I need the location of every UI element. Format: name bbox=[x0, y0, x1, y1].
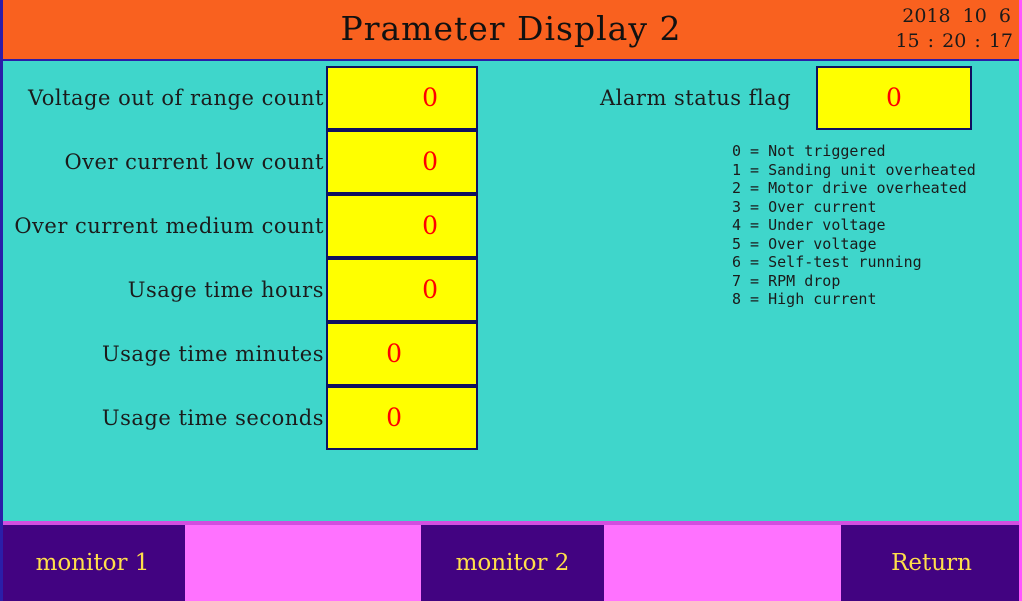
time-display: 15 : 20 : 17 bbox=[894, 29, 1014, 54]
date-month: 10 bbox=[962, 5, 987, 27]
nav-button-label: Return bbox=[891, 550, 972, 576]
date-year: 2018 bbox=[902, 5, 951, 27]
datetime-display: 2018 10 6 15 : 20 : 17 bbox=[894, 4, 1014, 54]
parameter-row: Voltage out of range count 0 bbox=[0, 66, 480, 130]
alarm-legend-row: 5 = Over voltage bbox=[732, 234, 877, 253]
parameter-value: 0 bbox=[386, 403, 402, 432]
time-second: 17 bbox=[988, 30, 1013, 52]
alarm-status-row: Alarm status flag 0 bbox=[600, 66, 1020, 130]
alarm-legend-row: 4 = Under voltage bbox=[732, 216, 886, 234]
alarm-legend-row: 7 = RPM drop bbox=[732, 271, 841, 290]
parameter-value: 0 bbox=[386, 339, 402, 368]
parameter-value: 0 bbox=[422, 211, 438, 240]
nav-bar-spacer bbox=[185, 525, 421, 601]
alarm-legend-row: 3 = Over current bbox=[732, 197, 877, 216]
time-hour: 15 bbox=[895, 30, 920, 52]
header-bar: Prameter Display 2 2018 10 6 15 : 20 : 1… bbox=[0, 0, 1022, 61]
page-title: Prameter Display 2 bbox=[340, 9, 682, 48]
alarm-panel: Alarm status flag 0 0 = Not triggered 1 =… bbox=[600, 66, 1020, 308]
parameter-row: Usage time minutes 0 bbox=[0, 322, 480, 386]
alarm-legend-row: 2 = Motor drive overheated bbox=[732, 179, 967, 197]
time-sep-1: : bbox=[927, 30, 935, 52]
navigation-button-bar: monitor 1 monitor 2 Return bbox=[0, 521, 1022, 601]
nav-button-label: monitor 1 bbox=[35, 550, 150, 576]
parameter-label: Usage time seconds bbox=[101, 406, 324, 430]
parameter-value-field[interactable]: 0 bbox=[326, 130, 478, 194]
nav-button-monitor-2[interactable]: monitor 2 bbox=[421, 525, 604, 601]
nav-button-label: monitor 2 bbox=[455, 550, 570, 576]
nav-button-return[interactable]: Return bbox=[841, 525, 1022, 601]
alarm-legend-row: 6 = Self-test running bbox=[732, 253, 922, 271]
parameter-row: Over current low count 0 bbox=[0, 130, 480, 194]
parameter-label: Usage time hours bbox=[127, 278, 324, 302]
alarm-status-label: Alarm status flag bbox=[600, 86, 792, 110]
parameter-value: 0 bbox=[422, 83, 438, 112]
parameter-label: Over current medium count bbox=[14, 214, 324, 238]
time-sep-2: : bbox=[974, 30, 981, 52]
parameter-row: Usage time seconds 0 bbox=[0, 386, 480, 450]
alarm-status-field[interactable]: 0 bbox=[816, 66, 972, 130]
nav-button-monitor-1[interactable]: monitor 1 bbox=[0, 525, 185, 601]
parameter-row: Over current medium count 0 bbox=[0, 194, 480, 258]
parameter-value-field[interactable]: 0 bbox=[326, 194, 478, 258]
alarm-legend-row: 1 = Sanding unit overheated bbox=[732, 160, 976, 179]
time-minute: 20 bbox=[942, 30, 967, 52]
alarm-legend-row: 8 = High current bbox=[732, 290, 877, 308]
parameter-value-field[interactable]: 0 bbox=[326, 322, 478, 386]
nav-bar-spacer bbox=[604, 525, 841, 601]
parameter-value: 0 bbox=[422, 147, 438, 176]
parameter-value-field[interactable]: 0 bbox=[326, 386, 478, 450]
parameter-value-field[interactable]: 0 bbox=[326, 66, 478, 130]
parameter-list: Voltage out of range count 0 Over current … bbox=[0, 66, 480, 450]
alarm-legend-row: 0 = Not triggered bbox=[732, 142, 886, 160]
parameter-label: Usage time minutes bbox=[101, 342, 324, 366]
alarm-status-value: 0 bbox=[886, 83, 902, 112]
parameter-value: 0 bbox=[422, 275, 438, 304]
parameter-value-field[interactable]: 0 bbox=[326, 258, 478, 322]
date-display: 2018 10 6 bbox=[894, 4, 1014, 29]
date-day: 6 bbox=[998, 5, 1011, 27]
hmi-screen: Prameter Display 2 2018 10 6 15 : 20 : 1… bbox=[0, 0, 1022, 601]
alarm-code-legend: 0 = Not triggered 1 = Sanding unit overhe… bbox=[732, 142, 976, 309]
parameter-row: Usage time hours 0 bbox=[0, 258, 480, 322]
parameter-label: Voltage out of range count bbox=[28, 86, 324, 110]
parameter-label: Over current low count bbox=[64, 150, 324, 174]
